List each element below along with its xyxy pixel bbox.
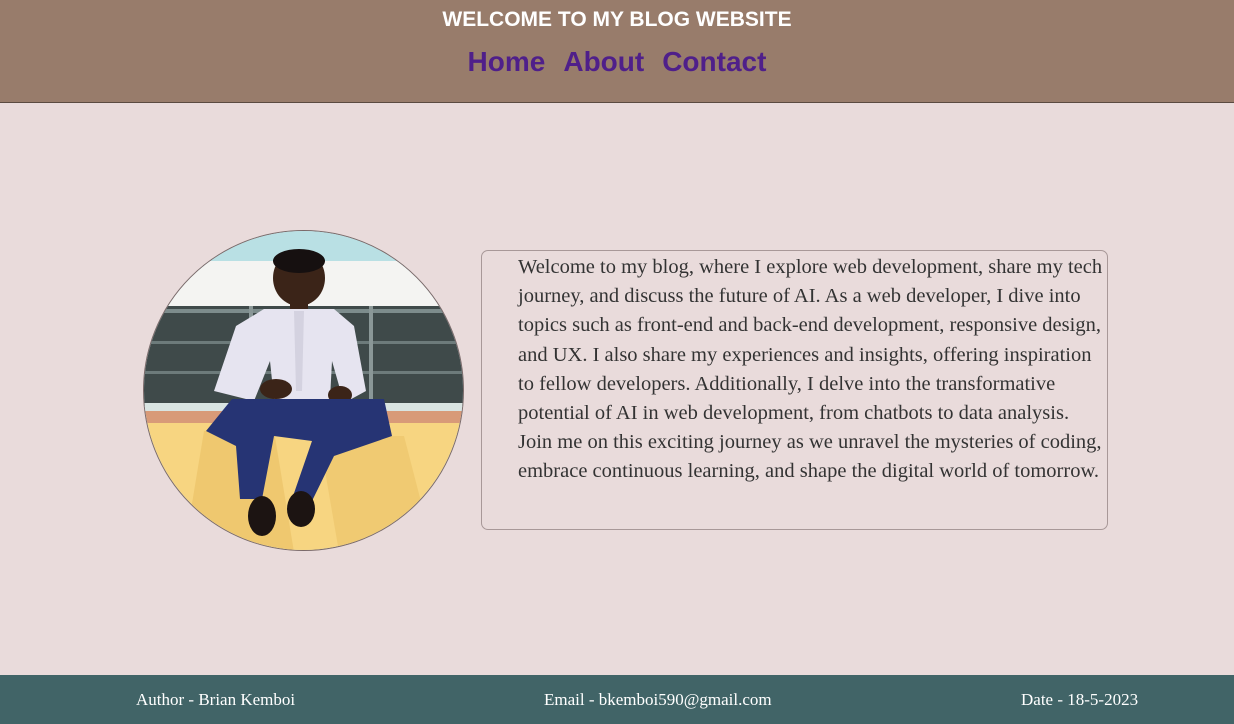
site-title: WELCOME TO MY BLOG WEBSITE bbox=[442, 8, 792, 31]
footer-email: Email - bkemboi590@gmail.com bbox=[544, 690, 772, 709]
nav-link-home[interactable]: Home bbox=[468, 44, 546, 80]
nav-link-about[interactable]: About bbox=[563, 44, 644, 80]
about-box: Welcome to my blog, where I explore web … bbox=[481, 250, 1108, 530]
footer-date: Date - 18-5-2023 bbox=[1021, 690, 1139, 709]
about-text: Welcome to my blog, where I explore web … bbox=[518, 256, 1103, 483]
profile-photo bbox=[143, 230, 464, 551]
nav-link-contact[interactable]: Contact bbox=[662, 44, 766, 80]
footer-author: Author - Brian Kemboi bbox=[136, 690, 296, 709]
site-header: WELCOME TO MY BLOG WEBSITE Home About Co… bbox=[0, 0, 1234, 103]
site-footer: Author - Brian Kemboi Email - bkemboi590… bbox=[0, 675, 1234, 724]
profile-photo-illustration bbox=[144, 231, 463, 550]
main-nav: Home About Contact bbox=[0, 44, 1234, 80]
